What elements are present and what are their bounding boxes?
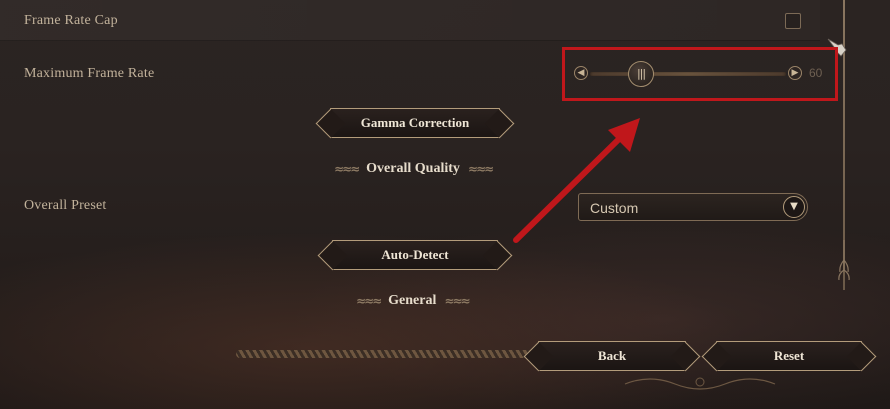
general-title: General (388, 293, 437, 308)
overall-quality-title: Overall Quality (366, 161, 460, 176)
bottom-filigree-icon (624, 377, 776, 390)
frame-rate-cap-row (0, 0, 820, 41)
bottom-rope-ornament (236, 350, 536, 358)
annotation-highlight-box (562, 47, 838, 101)
overall-preset-dropdown[interactable]: Custom ▼ (578, 193, 808, 221)
frame-rate-cap-label: Frame Rate Cap (24, 13, 118, 28)
back-button[interactable]: Back (538, 341, 686, 371)
rail-ornament-icon (838, 240, 850, 280)
overall-preset-label: Overall Preset (24, 198, 107, 213)
general-heading: ≈≈≈ General ≈≈≈ (356, 293, 471, 309)
overall-quality-heading: ≈≈≈ Overall Quality ≈≈≈ (334, 161, 494, 177)
overall-preset-value: Custom (590, 200, 639, 216)
flourish-right-icon: ≈≈≈ (444, 294, 470, 308)
flourish-left-icon: ≈≈≈ (356, 294, 382, 308)
frame-rate-cap-checkbox[interactable] (785, 13, 801, 29)
chevron-down-icon[interactable]: ▼ (783, 196, 805, 218)
flourish-right-icon: ≈≈≈ (467, 162, 494, 176)
auto-detect-button[interactable]: Auto-Detect (332, 240, 498, 270)
gamma-correction-button[interactable]: Gamma Correction (330, 108, 500, 138)
flourish-left-icon: ≈≈≈ (334, 162, 360, 176)
max-frame-rate-label: Maximum Frame Rate (24, 66, 155, 81)
reset-button[interactable]: Reset (716, 341, 862, 371)
annotation-arrow (513, 118, 640, 243)
